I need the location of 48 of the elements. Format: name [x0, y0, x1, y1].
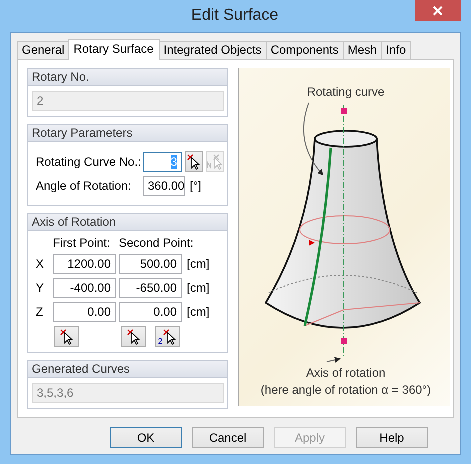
coordinate-field[interactable]: 1200.00	[53, 254, 116, 274]
dialog-button[interactable]: OK	[110, 427, 182, 448]
coordinate-field[interactable]: -400.00	[53, 278, 116, 298]
pick-button[interactable]	[185, 151, 203, 172]
group-title: Axis of Rotation	[28, 214, 227, 231]
angle-field[interactable]: 360.00	[143, 176, 185, 196]
axis-label: Z	[36, 305, 44, 319]
group-title: Rotary Parameters	[28, 125, 227, 142]
column-header: Second Point:	[119, 236, 194, 250]
pick-number: 2	[158, 337, 163, 346]
cursor-pick-icon	[187, 154, 202, 170]
diagram-label: Axis of rotation	[306, 366, 386, 380]
coordinate-field[interactable]: 500.00	[119, 254, 182, 274]
tab[interactable]: Info	[381, 41, 412, 59]
coordinate-field[interactable]: 0.00	[119, 302, 182, 322]
window-title: Edit Surface	[190, 6, 280, 26]
column-header: First Point:	[53, 236, 112, 250]
unit-label: [cm]	[187, 257, 210, 271]
tab[interactable]: Mesh	[342, 41, 382, 59]
field-label: Rotating Curve No.:	[36, 154, 140, 168]
axis-label: Y	[36, 281, 46, 295]
unit-label: [cm]	[187, 305, 210, 319]
close-button[interactable]	[415, 0, 461, 21]
cursor-pick-icon	[162, 328, 177, 344]
unit-label: [°]	[190, 179, 202, 193]
cursor-pick-icon	[60, 328, 74, 344]
group-title: Rotary No.	[28, 69, 227, 86]
leader-line	[326, 357, 341, 364]
field-label: Angle of Rotation:	[36, 179, 132, 193]
coordinate-field[interactable]: 0.00	[53, 302, 116, 322]
axis-label: X	[36, 257, 46, 271]
tab[interactable]: Rotary Surface	[68, 39, 160, 60]
diagram-note: (here angle of rotation α = 360°)	[260, 383, 432, 397]
dialog-button[interactable]: Help	[356, 427, 428, 448]
coordinate-field[interactable]: -650.00	[119, 278, 182, 298]
unit-label: [cm]	[187, 281, 210, 295]
dialog-button: Apply	[274, 427, 346, 448]
group-title: Generated Curves	[28, 361, 227, 378]
pick-button[interactable]: 2	[155, 326, 180, 347]
pick-button[interactable]	[54, 326, 79, 347]
pick-button[interactable]	[121, 326, 146, 347]
tab[interactable]: Integrated Objects	[158, 41, 267, 59]
diagram-label: Rotating curve	[307, 85, 385, 99]
cursor-pick-icon	[126, 328, 140, 344]
tab[interactable]: General	[17, 41, 70, 59]
close-icon	[433, 6, 443, 16]
dialog-button[interactable]: Cancel	[192, 427, 264, 448]
tab[interactable]: Components	[266, 41, 344, 59]
